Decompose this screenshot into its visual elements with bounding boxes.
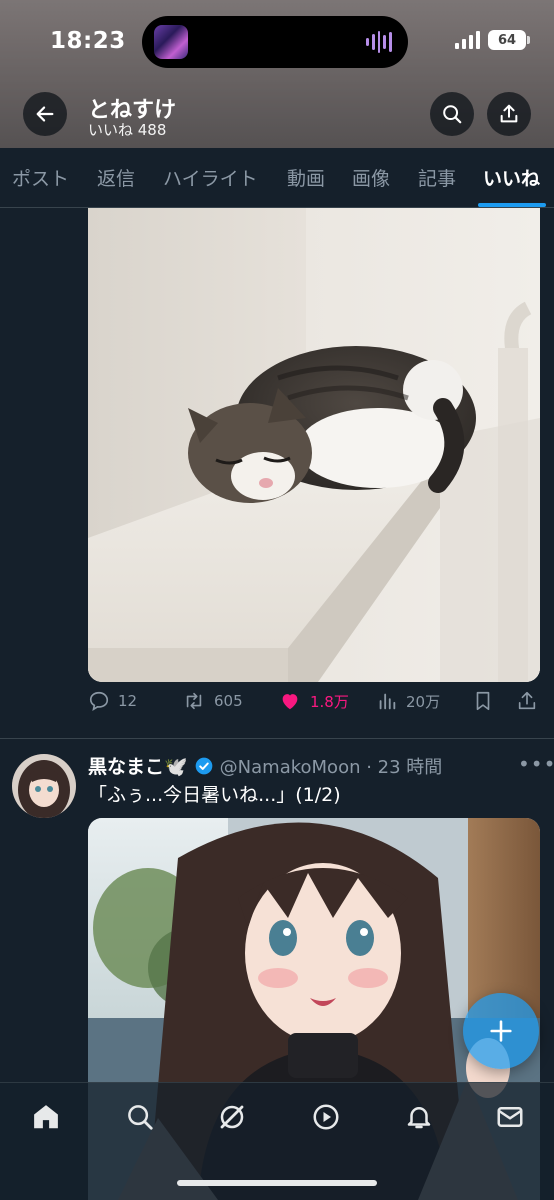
grok-icon bbox=[220, 1105, 244, 1129]
like-count: 1.8万 bbox=[310, 692, 349, 711]
nav-grok[interactable] bbox=[216, 1101, 248, 1133]
tweet-text: 「ふぅ...今日暑いね...」(1/2) bbox=[88, 784, 341, 806]
bookmark-icon bbox=[476, 691, 490, 711]
nav-video[interactable] bbox=[310, 1101, 342, 1133]
author-avatar-image bbox=[12, 754, 76, 818]
bookmark-button[interactable] bbox=[472, 690, 494, 712]
profile-header: とねすけ いいね 488 bbox=[0, 88, 554, 144]
likes-count-subtitle: いいね 488 bbox=[88, 121, 167, 139]
plus-icon bbox=[490, 1020, 512, 1042]
view-count: 20万 bbox=[406, 692, 441, 711]
bell-icon bbox=[407, 1107, 431, 1129]
tab-images[interactable]: 画像 bbox=[352, 164, 390, 191]
battery-icon: 64 bbox=[488, 30, 530, 50]
status-bar: 18:23 64 bbox=[0, 0, 554, 84]
views-chart-icon bbox=[379, 693, 396, 710]
tab-articles[interactable]: 記事 bbox=[418, 164, 456, 191]
repost-count: 605 bbox=[214, 692, 243, 710]
home-icon bbox=[34, 1105, 58, 1129]
nav-messages[interactable] bbox=[494, 1101, 526, 1133]
share-icon bbox=[500, 104, 518, 123]
tweet-share-button[interactable] bbox=[516, 690, 538, 712]
status-time: 18:23 bbox=[50, 28, 126, 54]
audio-wave-icon bbox=[366, 30, 392, 54]
share-button[interactable] bbox=[487, 92, 531, 136]
home-indicator bbox=[177, 1180, 377, 1186]
tab-videos[interactable]: 動画 bbox=[287, 164, 325, 191]
tweet-media-photo[interactable] bbox=[88, 208, 540, 682]
nav-explore[interactable] bbox=[124, 1101, 156, 1133]
arrow-left-icon bbox=[36, 106, 54, 122]
tab-highlights[interactable]: ハイライト bbox=[163, 164, 258, 191]
reply-count: 12 bbox=[118, 692, 138, 710]
tweet-action-bar: 12 605 1.8万 20万 bbox=[0, 690, 554, 724]
back-button[interactable] bbox=[23, 92, 67, 136]
views-button[interactable]: 20万 bbox=[376, 690, 440, 712]
share-icon bbox=[518, 691, 536, 710]
nav-home[interactable] bbox=[30, 1101, 62, 1133]
battery-level: 64 bbox=[497, 32, 517, 48]
compose-post-button[interactable] bbox=[463, 993, 539, 1069]
reply-icon bbox=[89, 691, 109, 711]
search-icon bbox=[128, 1105, 153, 1130]
like-button[interactable]: 1.8万 bbox=[278, 690, 349, 712]
search-button[interactable] bbox=[430, 92, 474, 136]
now-playing-artwork bbox=[154, 25, 188, 59]
tweet-header: 黒なまこ🕊️ @NamakoMoon · 23 時間 bbox=[88, 752, 442, 779]
cellular-signal-icon bbox=[455, 31, 480, 49]
tab-likes[interactable]: いいね bbox=[483, 164, 540, 191]
profile-tabs: ポスト 返信 ハイライト 動画 画像 記事 いいね bbox=[0, 148, 554, 208]
search-icon bbox=[443, 105, 462, 124]
repost-button[interactable]: 605 bbox=[182, 690, 243, 712]
tab-replies[interactable]: 返信 bbox=[97, 164, 135, 191]
author-handle-time[interactable]: @NamakoMoon · 23 時間 bbox=[220, 753, 443, 779]
tab-posts[interactable]: ポスト bbox=[12, 164, 69, 191]
more-options-icon[interactable]: ••• bbox=[518, 752, 554, 776]
author-name[interactable]: 黒なまこ🕊️ bbox=[88, 752, 188, 779]
reply-button[interactable]: 12 bbox=[88, 690, 137, 712]
active-tab-indicator bbox=[478, 203, 546, 207]
play-circle-icon bbox=[313, 1104, 339, 1130]
heart-filled-icon bbox=[282, 694, 298, 710]
avatar[interactable] bbox=[12, 754, 76, 818]
status-indicators: 64 bbox=[455, 30, 530, 50]
mail-icon bbox=[497, 1107, 523, 1127]
repost-icon bbox=[186, 692, 202, 710]
sleeping-cat-photo bbox=[88, 208, 540, 682]
verified-badge-icon bbox=[195, 757, 213, 774]
nav-notifications[interactable] bbox=[403, 1101, 435, 1133]
tweet-divider bbox=[0, 738, 554, 739]
dynamic-island bbox=[142, 16, 408, 68]
